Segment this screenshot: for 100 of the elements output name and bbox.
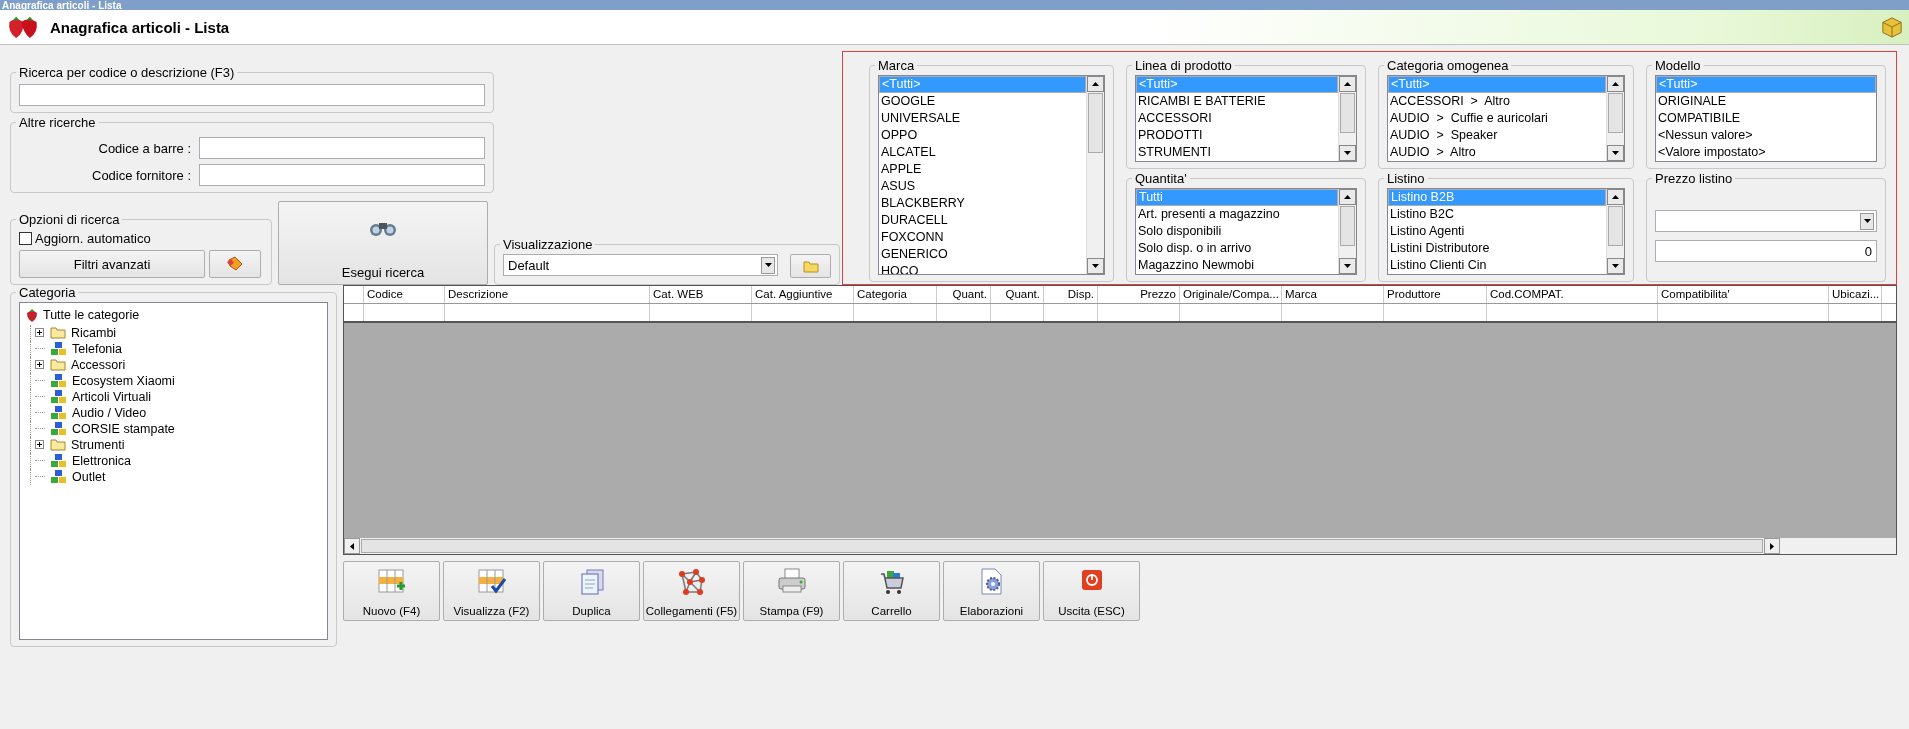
toolbar-button[interactable]: Carrello [843,561,940,621]
vertical-scrollbar[interactable] [1338,76,1356,161]
list-item[interactable]: ACCESSORI > Altro [1388,93,1606,110]
input-field[interactable] [199,164,485,186]
checkbox[interactable] [19,232,32,245]
list-item[interactable]: Solo disp. o in arrivo [1136,240,1338,257]
tree-item[interactable]: Telefonia [51,340,123,357]
column-header[interactable]: Quant. [937,286,991,303]
up-arrow-icon [1612,195,1619,199]
tree-item[interactable]: Elettronica [51,452,132,469]
expand-icon[interactable] [35,440,44,449]
list-item[interactable]: AUDIO > Altro [1388,144,1606,161]
list-item[interactable]: APPLE [879,161,1086,178]
column-header[interactable]: Quant. [991,286,1044,303]
down-arrow-icon [1612,264,1619,268]
power-icon [1079,568,1104,592]
list-item[interactable]: OPPO [879,127,1086,144]
group-title: Marca [877,58,916,73]
tree-item[interactable]: CORSIE stampate [51,420,175,437]
document-gear-icon [978,568,1005,596]
eraser-icon [226,256,244,272]
column-header[interactable]: Compatibilita' [1658,286,1829,303]
column-header[interactable]: Cat. Aggiuntive [752,286,854,303]
column-header[interactable]: Categoria [854,286,937,303]
input-field[interactable] [199,137,485,159]
cubes-icon [51,405,67,420]
vertical-scrollbar[interactable] [1086,76,1104,274]
list-item[interactable]: <Valore impostato> [1656,144,1876,161]
vertical-scrollbar[interactable] [1606,189,1624,274]
tree-item[interactable]: Ricambi [50,324,117,341]
list-item[interactable]: DURACELL [879,212,1086,229]
list-item[interactable]: BLACKBERRY [879,195,1086,212]
view-dropdown[interactable]: Default [503,254,778,276]
toolbar-button[interactable]: Visualizza (F2) [443,561,540,621]
vertical-scrollbar[interactable] [1338,189,1356,274]
list-item[interactable]: PRODOTTI [1136,127,1338,144]
tree-item[interactable]: Accessori [50,356,126,373]
column-header[interactable]: Descrizione [445,286,650,303]
expand-icon[interactable] [35,360,44,369]
cubes-icon [51,389,67,404]
list-item[interactable]: ALCATEL [879,144,1086,161]
package-icon [1881,16,1903,38]
folder-icon [50,358,66,371]
list-item[interactable]: COMPATIBILE [1656,110,1876,127]
search-field[interactable] [19,84,485,106]
list-item[interactable]: Art. presenti a magazzino [1136,206,1338,223]
column-header[interactable]: Prezzo [1098,286,1180,303]
eraser-button[interactable] [209,250,261,278]
list-item[interactable]: GENERICO [879,246,1086,263]
tree-item[interactable]: Outlet [51,468,106,485]
group-title: Linea di prodotto [1134,58,1233,73]
advanced-filters-button[interactable]: Filtri avanzati [19,250,205,278]
list-item[interactable]: ORIGINALE [1656,93,1876,110]
column-header[interactable]: Cod.COMPAT. [1487,286,1658,303]
group-title: Modello [1654,58,1702,73]
tree-item[interactable]: Ecosystem Xiaomi [51,372,175,389]
run-search-button[interactable]: Esegui ricerca [278,201,488,285]
expand-icon[interactable] [35,328,44,337]
cubes-icon [51,453,67,468]
list-item[interactable]: Listino Agenti [1388,223,1606,240]
column-header[interactable]: Cat. WEB [650,286,752,303]
column-header[interactable]: Disp. [1044,286,1098,303]
toolbar-button[interactable]: Duplica [543,561,640,621]
list-item[interactable]: <Nessun valore> [1656,127,1876,144]
toolbar-button[interactable]: Nuovo (F4) [343,561,440,621]
list-item[interactable]: Listini Distributore [1388,240,1606,257]
cubes-icon [51,421,67,436]
list-item[interactable]: ACCESSORI [1136,110,1338,127]
list-item[interactable]: ASUS [879,178,1086,195]
list-item[interactable]: UNIVERSALE [879,110,1086,127]
column-header[interactable]: Originale/Compa... [1180,286,1282,303]
list-item[interactable]: STRUMENTI [1136,144,1338,161]
column-header[interactable]: Marca [1282,286,1384,303]
toolbar-button[interactable]: Uscita (ESC) [1043,561,1140,621]
list-item[interactable]: Magazzino Newmobi [1136,257,1338,274]
down-arrow-icon [1092,264,1099,268]
list-item[interactable]: Listino Clienti Cin [1388,257,1606,274]
list-item[interactable]: Listino B2C [1388,206,1606,223]
column-header[interactable]: Produttore [1384,286,1487,303]
list-item[interactable]: FOXCONN [879,229,1086,246]
toolbar-button[interactable]: Stampa (F9) [743,561,840,621]
column-header[interactable]: Ubicazi... [1829,286,1882,303]
list-item[interactable]: GOOGLE [879,93,1086,110]
list-item[interactable]: AUDIO > Speaker [1388,127,1606,144]
tree-item[interactable]: Audio / Video [51,404,147,421]
list-item[interactable]: AUDIO > Cuffie e auricolari [1388,110,1606,127]
network-icon [677,568,706,596]
price-field[interactable]: 0 [1655,240,1877,262]
field-label: Codice a barre : [98,140,191,156]
tree-item[interactable]: Strumenti [50,436,125,453]
toolbar-button[interactable]: Elaborazioni [943,561,1040,621]
toolbar-button[interactable]: Collegamenti (F5) [643,561,740,621]
horizontal-scrollbar[interactable] [344,538,1896,554]
vertical-scrollbar[interactable] [1606,76,1624,161]
list-item[interactable]: RICAMBI E BATTERIE [1136,93,1338,110]
group-title: Listino [1386,171,1426,186]
tree-item[interactable]: Tutte le categorie [26,307,140,323]
column-header[interactable]: Codice [364,286,445,303]
list-item[interactable]: Solo disponibili [1136,223,1338,240]
tree-item[interactable]: Articoli Virtuali [51,388,151,405]
